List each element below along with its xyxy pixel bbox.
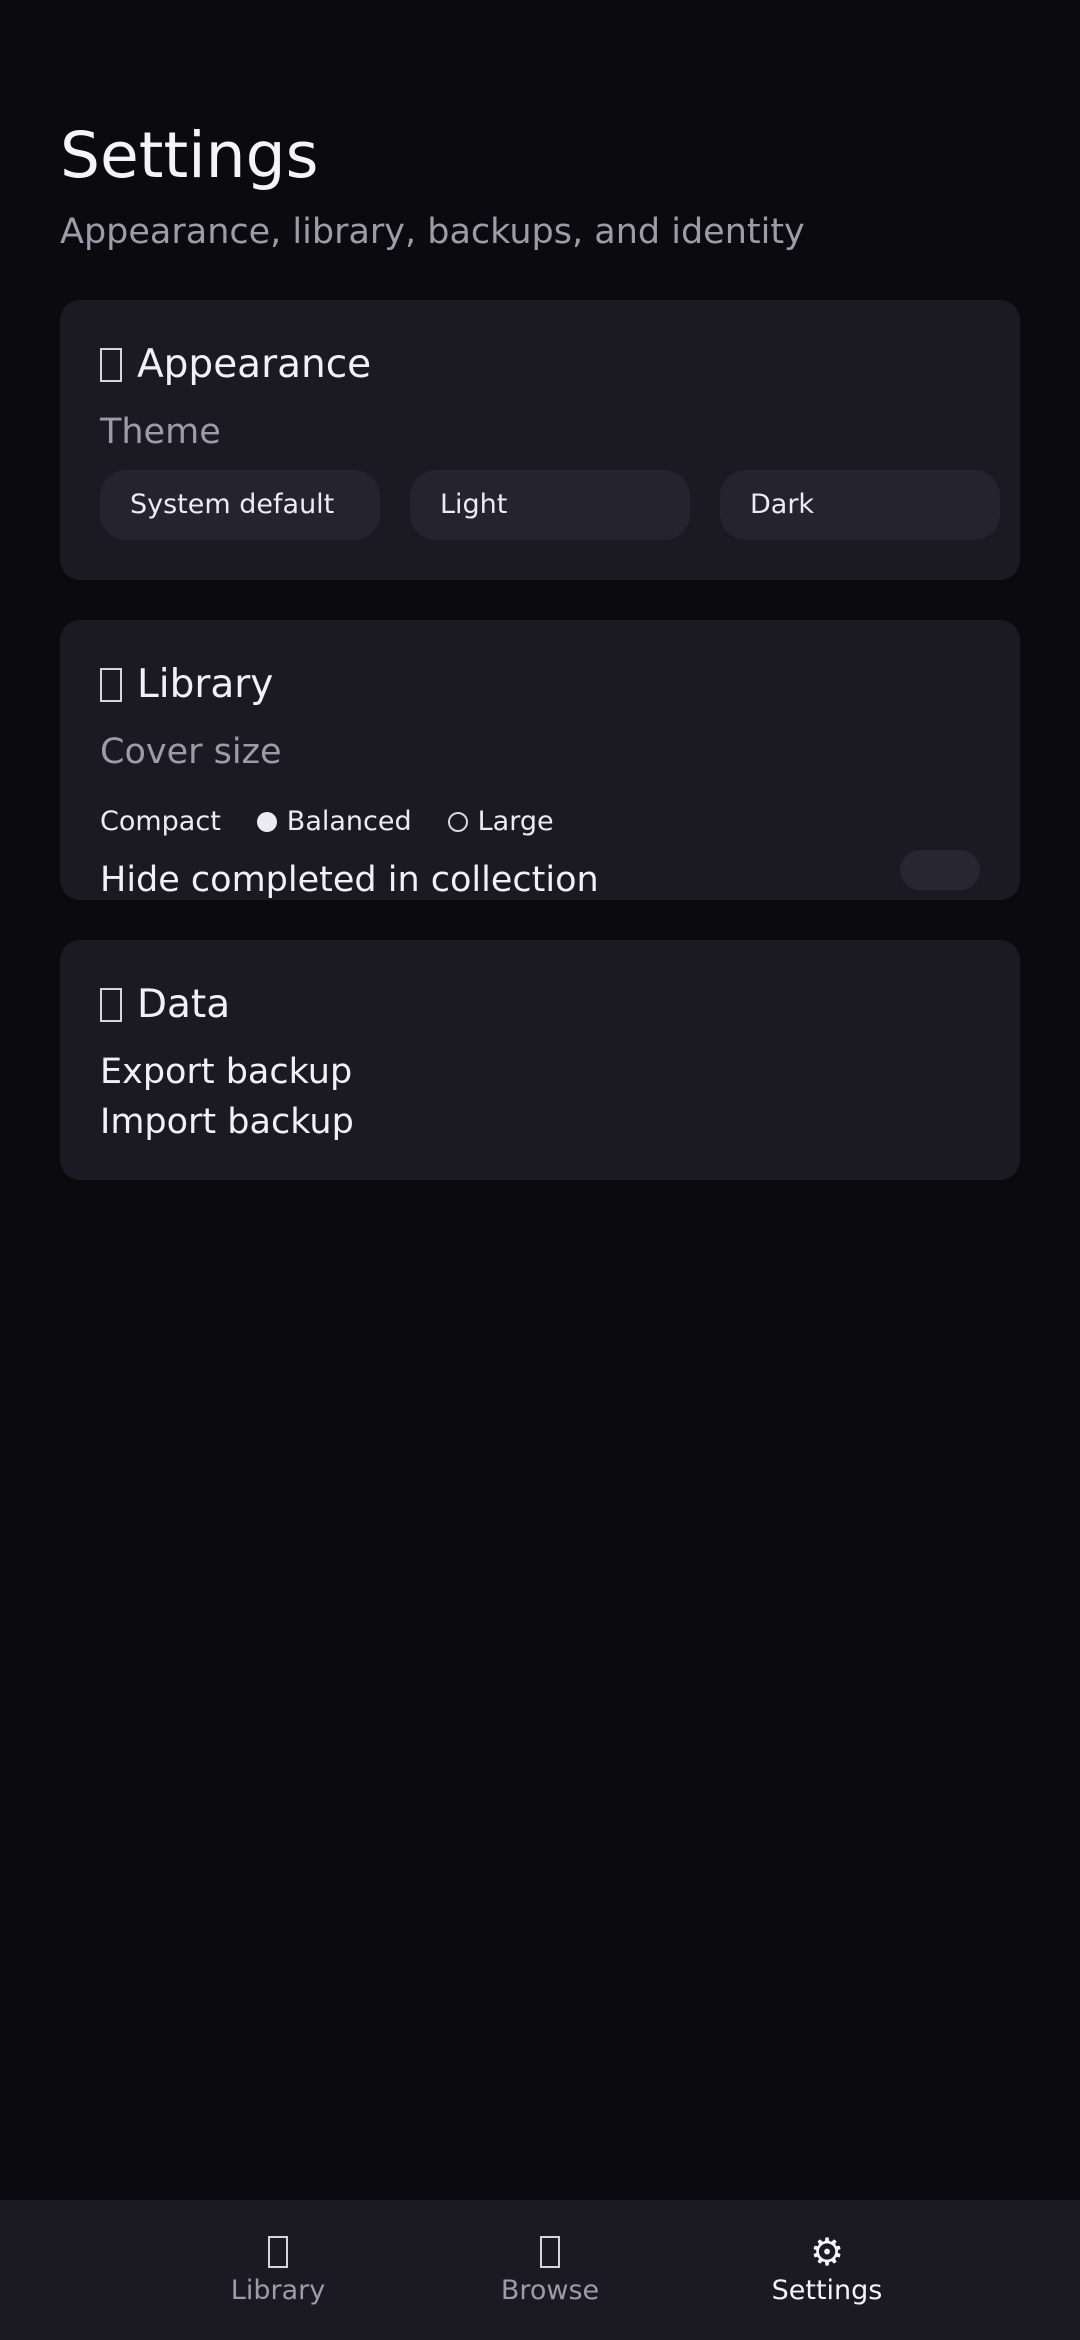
library-title: Library <box>137 662 274 707</box>
cover-option-compact-label: Compact <box>100 806 221 837</box>
cover-size-options: Compact Balanced Large <box>100 800 590 844</box>
theme-option-light[interactable]: Light <box>410 470 690 540</box>
cover-option-balanced[interactable]: Balanced <box>256 800 412 844</box>
cover-option-compact[interactable]: Compact <box>100 800 221 844</box>
cover-option-large[interactable]: Large <box>447 800 554 844</box>
gear-icon: ⚙ <box>809 2230 845 2274</box>
page-title: Settings <box>60 119 319 192</box>
nav-label-settings: Settings <box>771 2275 883 2306</box>
data-title: Data <box>137 982 231 1027</box>
appearance-heading: Appearance <box>100 340 371 390</box>
appearance-title: Appearance <box>137 342 372 387</box>
data-heading: Data <box>100 980 230 1030</box>
hide-completed-label: Hide completed in collection <box>100 860 599 900</box>
search-icon <box>440 2230 660 2274</box>
theme-label: Theme <box>100 412 221 452</box>
page-subtitle: Appearance, library, backups, and identi… <box>60 212 805 252</box>
radio-selected-icon <box>256 812 277 832</box>
palette-icon <box>100 348 122 382</box>
nav-label-library: Library <box>230 2275 326 2306</box>
theme-option-system-default[interactable]: System default <box>100 470 380 540</box>
bottom-nav: Library Browse ⚙ Settings <box>0 2200 1080 2340</box>
library-heading: Library <box>100 660 273 710</box>
nav-item-library[interactable]: Library <box>168 2230 388 2308</box>
nav-label-browse: Browse <box>500 2275 600 2306</box>
appearance-card: Appearance Theme System default Light Da… <box>60 300 1020 580</box>
cover-option-balanced-label: Balanced <box>286 806 412 837</box>
cover-option-large-label: Large <box>477 806 554 837</box>
database-icon <box>100 988 122 1022</box>
books-icon <box>100 668 122 702</box>
nav-item-settings[interactable]: ⚙ Settings <box>717 2230 937 2308</box>
export-backup-button[interactable]: Export backup <box>100 1050 352 1094</box>
data-card: Data Export backup Import backup <box>60 940 1020 1180</box>
cover-size-label: Cover size <box>100 732 282 772</box>
nav-item-browse[interactable]: Browse <box>440 2230 660 2308</box>
radio-unselected-icon <box>447 812 468 832</box>
import-backup-button[interactable]: Import backup <box>100 1100 354 1144</box>
library-card: Library Cover size Compact Balanced Larg… <box>60 620 1020 900</box>
theme-option-dark[interactable]: Dark <box>720 470 1000 540</box>
books-icon <box>168 2230 388 2274</box>
hide-completed-toggle[interactable] <box>900 850 980 890</box>
